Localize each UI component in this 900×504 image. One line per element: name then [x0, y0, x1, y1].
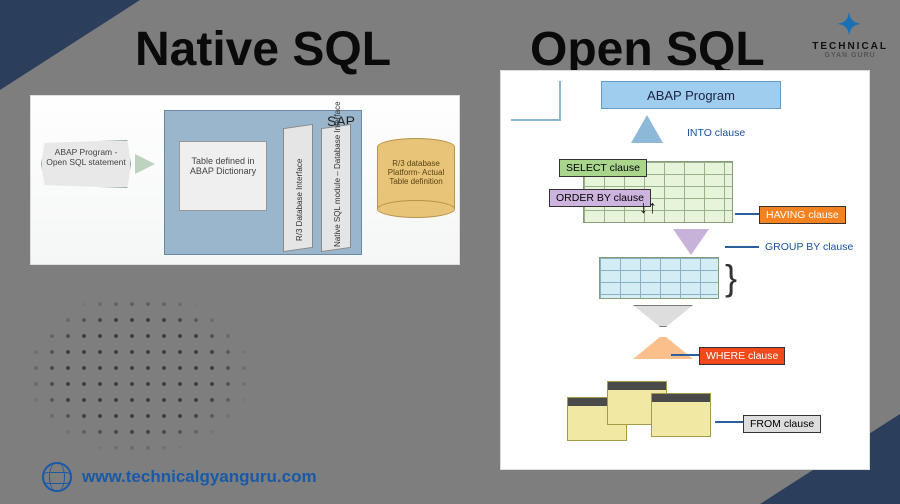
abap-open-sql-statement: ABAP Program - Open SQL statement	[41, 140, 131, 188]
into-clause: INTO clause	[681, 125, 751, 141]
from-clause: FROM clause	[743, 415, 821, 433]
abap-program-box: ABAP Program	[601, 81, 781, 109]
connector-having	[735, 213, 759, 215]
orderby-clause: ORDER BY clause	[549, 189, 651, 207]
curve-arrow-icon	[511, 81, 561, 121]
connector-where	[671, 354, 699, 356]
decor-corner-top-left	[0, 0, 140, 90]
brace-icon: }	[725, 257, 737, 299]
brand-subtitle: GYAN GURU	[812, 52, 888, 59]
groupby-clause: GROUP BY clause	[759, 239, 859, 255]
globe-icon	[42, 462, 72, 492]
arrow-down-icon	[673, 229, 709, 255]
where-clause: WHERE clause	[699, 347, 785, 365]
arrow-right-icon	[135, 154, 155, 174]
select-clause: SELECT clause	[559, 159, 647, 177]
native-sql-diagram: ABAP Program - Open SQL statement SAP Ta…	[30, 95, 460, 265]
r3-interface-label: R/3 Database Interface	[295, 159, 304, 241]
abap-dictionary-table: Table defined in ABAP Dictionary	[179, 141, 267, 211]
website-link[interactable]: www.technicalgyanguru.com	[82, 467, 317, 487]
database-tables-icon	[567, 381, 717, 445]
database-cylinder-icon: R/3 database Platform- Actual Table defi…	[377, 138, 455, 218]
having-clause: HAVING clause	[759, 206, 846, 224]
grouped-grid	[599, 257, 719, 299]
footer: www.technicalgyanguru.com	[42, 462, 317, 492]
heading-native-sql: Native SQL	[135, 22, 391, 77]
sort-arrows-icon: ↓↑	[639, 197, 657, 218]
open-sql-diagram: ABAP Program INTO clause SELECT clause O…	[500, 70, 870, 470]
connector-from	[715, 421, 743, 423]
connector-groupby	[725, 246, 759, 248]
arrow-up-icon	[631, 115, 663, 143]
native-module-label: Native SQL module – Database Interface	[333, 101, 342, 247]
decor-dot-pattern	[28, 280, 248, 450]
heading-open-sql: Open SQL	[530, 22, 765, 77]
brand-logo: ✦ TECHNICAL GYAN GURU	[812, 8, 888, 59]
filter-hourglass-icon	[633, 305, 693, 359]
brand-mark-icon: ✦	[812, 8, 888, 41]
sap-container: SAP Table defined in ABAP Dictionary R/3…	[164, 110, 362, 255]
brand-name: TECHNICAL	[812, 41, 888, 52]
